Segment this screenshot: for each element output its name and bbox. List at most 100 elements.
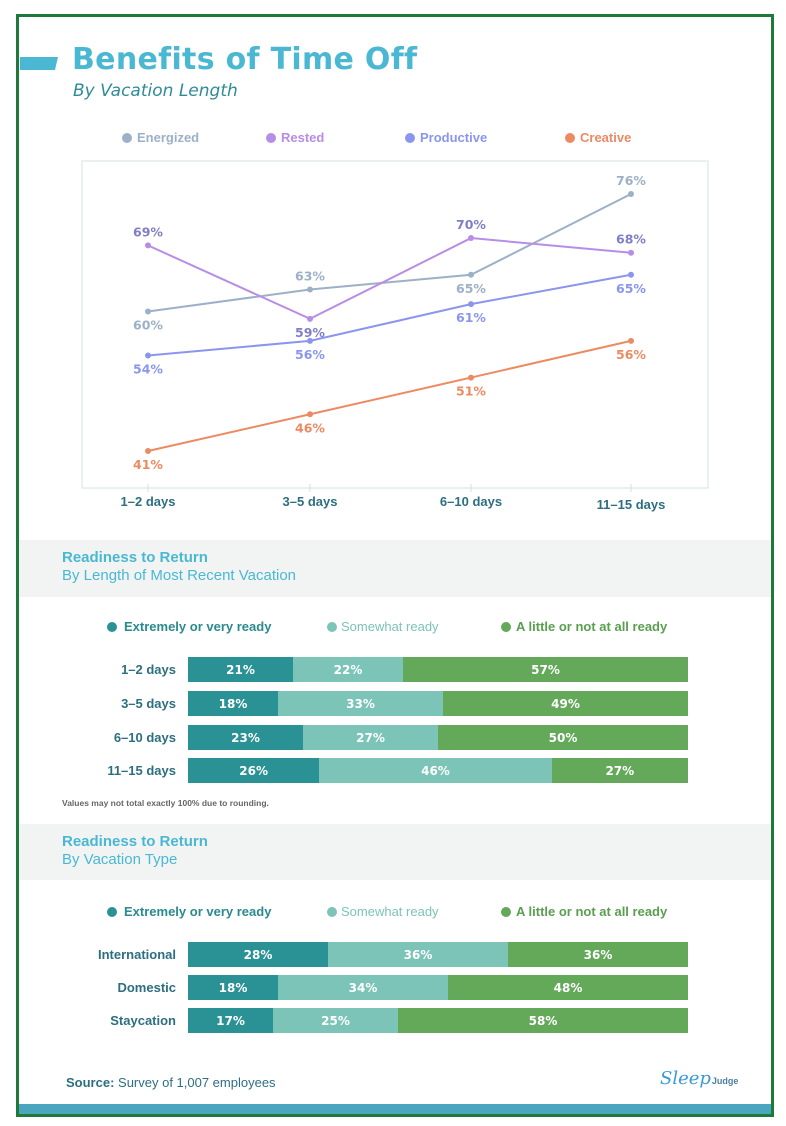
- bar-segment: 22%: [293, 657, 403, 682]
- data-label: 54%: [133, 362, 163, 377]
- data-label: 63%: [295, 268, 325, 283]
- data-label: 69%: [133, 224, 163, 239]
- bar-row-label: 3–5 days: [121, 696, 176, 711]
- legend-dot-icon: [327, 906, 337, 917]
- bar-row-label: International: [97, 947, 176, 962]
- bar-segment: 17%: [188, 1008, 273, 1033]
- data-label: 65%: [456, 281, 486, 296]
- bottom-accent-strip: [19, 1104, 771, 1114]
- x-tick-label: 6–10 days: [440, 494, 502, 509]
- legend-dot-icon: [501, 621, 511, 632]
- bar-segment: 49%: [443, 691, 688, 716]
- bar-segment: 33%: [278, 691, 443, 716]
- data-label: 51%: [456, 384, 486, 399]
- section-subtitle-type: By Vacation Type: [62, 851, 178, 868]
- legend-label: A little or not at all ready: [516, 904, 668, 919]
- section-subtitle-length: By Length of Most Recent Vacation: [62, 567, 297, 584]
- legend-dot-icon: [501, 906, 511, 917]
- series-line-rested: [147, 237, 632, 320]
- data-point: [307, 411, 313, 418]
- bar-segment: 48%: [448, 975, 688, 1000]
- data-label: 56%: [295, 347, 325, 362]
- data-point: [307, 315, 313, 322]
- data-point: [307, 337, 313, 344]
- line-chart: 1–2 days 3–5 days 6–10 days 11–15 days 60% 63…: [81, 160, 709, 512]
- bar-segment: 27%: [303, 725, 438, 750]
- logo-word: Judge: [711, 1076, 739, 1086]
- rounding-note: Values may not total exactly 100% due to…: [62, 798, 269, 808]
- legend-label: Somewhat ready: [341, 904, 439, 919]
- legend-somewhat-ready: Somewhat ready: [327, 619, 439, 634]
- legend-label: A little or not at all ready: [516, 619, 668, 634]
- legend-dot-icon: [107, 621, 117, 632]
- sleep-judge-logo: Sleep Judge: [660, 1068, 738, 1089]
- bar-segment: 36%: [328, 942, 508, 967]
- bar-segment: 28%: [188, 942, 328, 967]
- legend-extremely-ready-2: Extremely or very ready: [107, 904, 271, 919]
- bar-segment: 46%: [319, 758, 552, 783]
- data-label: 70%: [456, 217, 486, 232]
- bar-segment: 26%: [188, 758, 320, 783]
- data-point: [468, 271, 474, 278]
- data-point: [628, 337, 634, 344]
- data-point: [628, 249, 634, 256]
- bar-row: 28% 36% 36%: [188, 942, 688, 967]
- data-label: 60%: [133, 317, 163, 332]
- legend-label: Extremely or very ready: [124, 904, 272, 919]
- data-point: [145, 308, 151, 315]
- legend-not-ready: A little or not at all ready: [501, 619, 667, 634]
- source-label: Source:: [66, 1075, 115, 1090]
- bar-segment: 50%: [438, 725, 688, 750]
- data-label: 46%: [295, 420, 325, 435]
- series-line-productive: [147, 273, 632, 357]
- bar-segment: 18%: [188, 691, 278, 716]
- legend-dot-icon: [107, 906, 117, 917]
- bar-segment: 34%: [278, 975, 448, 1000]
- x-tick-label: 3–5 days: [283, 494, 338, 509]
- bar-segment: 21%: [188, 657, 293, 682]
- legend-not-ready-2: A little or not at all ready: [501, 904, 667, 919]
- legend-dot-icon: [327, 621, 337, 632]
- x-tick-label: 1–2 days: [121, 494, 176, 509]
- bar-row: 18% 34% 48%: [188, 975, 688, 1000]
- plot-frame: [81, 160, 709, 489]
- bar-segment: 23%: [188, 725, 303, 750]
- data-label: 65%: [616, 281, 646, 296]
- data-label: 68%: [616, 232, 646, 247]
- series-line-energized: [147, 193, 632, 313]
- section-title-length: Readiness to Return: [62, 549, 208, 566]
- bar-segment: 36%: [508, 942, 688, 967]
- bar-row-label: Staycation: [110, 1013, 176, 1028]
- bar-row: 21% 22% 57%: [188, 657, 688, 682]
- bar-segment: 58%: [398, 1008, 688, 1033]
- bar-row: 17% 25% 58%: [188, 1008, 688, 1033]
- bar-segment: 25%: [273, 1008, 398, 1033]
- legend-somewhat-ready-2: Somewhat ready: [327, 904, 439, 919]
- bar-row-label: 6–10 days: [113, 730, 176, 745]
- legend-label: Extremely or very ready: [124, 619, 272, 634]
- data-point: [307, 286, 313, 293]
- source-note: Source: Survey of 1,007 employees: [66, 1075, 276, 1090]
- data-label: 41%: [133, 457, 163, 472]
- data-point: [628, 271, 634, 278]
- data-point: [628, 191, 634, 197]
- data-label: 56%: [616, 347, 646, 362]
- bar-segment: 27%: [551, 758, 688, 783]
- series-line-creative: [147, 339, 632, 452]
- data-point: [145, 448, 151, 454]
- bar-segment: 18%: [188, 975, 278, 1000]
- data-point: [468, 374, 474, 381]
- bar-row: 26% 46% 27%: [188, 758, 688, 783]
- bar-row: 23% 27% 50%: [188, 725, 688, 750]
- data-point: [145, 352, 151, 359]
- x-tick-label: 11–15 days: [597, 497, 666, 512]
- data-point: [468, 235, 474, 242]
- data-point: [468, 301, 474, 308]
- bar-segment: 57%: [403, 657, 688, 682]
- bar-row-label: 11–15 days: [107, 763, 176, 778]
- bar-row: 18% 33% 49%: [188, 691, 688, 716]
- data-point: [145, 242, 151, 249]
- legend-extremely-ready: Extremely or very ready: [107, 619, 271, 634]
- bar-row-label: Domestic: [117, 980, 176, 995]
- section-title-type: Readiness to Return: [62, 833, 208, 850]
